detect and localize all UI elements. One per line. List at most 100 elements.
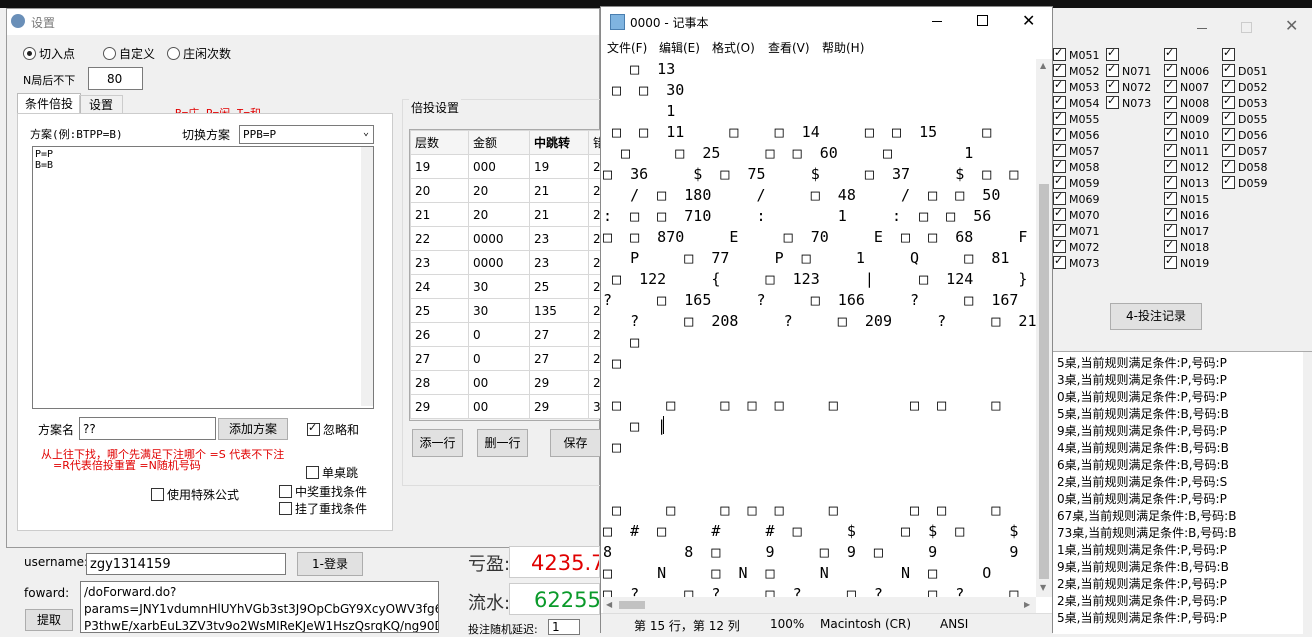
vertical-scroll-thumb[interactable] <box>1039 184 1049 579</box>
code-checkbox[interactable]: N071 <box>1106 62 1151 78</box>
table-cell[interactable]: 21 <box>529 178 589 203</box>
table-cell[interactable]: 27 <box>529 322 589 347</box>
code-checkbox[interactable]: D055 <box>1222 110 1267 126</box>
menu-item[interactable]: 文件(F) <box>607 39 647 56</box>
minimize-icon[interactable] <box>932 21 942 22</box>
code-checkbox[interactable]: N010 <box>1164 126 1209 142</box>
radio-custom[interactable]: 自定义 <box>103 45 155 62</box>
scroll-down-icon[interactable]: ▼ <box>1040 583 1046 592</box>
hang-reset-checkbox[interactable]: 挂了重找条件 <box>279 500 367 517</box>
table-cell[interactable]: 24 <box>410 274 469 299</box>
code-checkbox[interactable]: D052 <box>1222 78 1267 94</box>
table-cell[interactable]: 20 <box>468 178 530 203</box>
table-cell[interactable]: 000 <box>468 154 530 179</box>
horizontal-scrollbar[interactable]: ◀ ▶ <box>603 597 1036 613</box>
table-row[interactable]: 29 00 29 3 <box>410 394 600 419</box>
code-checkbox[interactable]: N015 <box>1164 190 1209 206</box>
table-cell[interactable]: 23 <box>529 250 589 275</box>
d-col-header-checkbox[interactable] <box>1222 46 1238 62</box>
table-cell[interactable]: 25 <box>410 298 469 323</box>
extract-button[interactable]: 提取 <box>25 609 73 631</box>
add-scheme-button[interactable]: 添加方案 <box>218 418 288 440</box>
menu-item[interactable]: 帮助(H) <box>822 39 864 56</box>
scheme-name-input[interactable]: ?? <box>79 417 216 440</box>
table-row[interactable]: 24 30 25 2 <box>410 274 600 299</box>
code-checkbox[interactable]: N006 <box>1164 62 1209 78</box>
switch-select[interactable]: PPB=P ⌄ <box>239 125 374 144</box>
code-checkbox[interactable]: M052 <box>1053 62 1100 78</box>
tab-condition-bet[interactable]: 条件倍投 <box>17 93 81 114</box>
login-button[interactable]: 1-登录 <box>297 552 363 576</box>
code-checkbox[interactable]: M051 <box>1053 46 1100 62</box>
code-checkbox[interactable]: N007 <box>1164 78 1209 94</box>
scroll-up-icon[interactable]: ▲ <box>1040 61 1046 70</box>
code-checkbox[interactable]: N011 <box>1164 142 1209 158</box>
n0-col-header-checkbox[interactable] <box>1164 46 1180 62</box>
radio-cut-in[interactable]: 切入点 <box>23 45 75 62</box>
table-cell[interactable]: 0000 <box>468 250 530 275</box>
code-checkbox[interactable]: N012 <box>1164 158 1209 174</box>
code-checkbox[interactable]: D058 <box>1222 158 1267 174</box>
code-checkbox[interactable]: M072 <box>1053 238 1100 254</box>
table-cell[interactable]: 0 <box>468 346 530 371</box>
code-checkbox[interactable]: N019 <box>1164 254 1209 270</box>
n-input[interactable]: 80 <box>88 67 143 90</box>
delete-row-button[interactable]: 删一行 <box>477 429 528 457</box>
code-checkbox[interactable]: M053 <box>1053 78 1100 94</box>
table-row[interactable]: 20 20 21 2 <box>410 178 600 203</box>
table-cell[interactable]: 20 <box>410 178 469 203</box>
table-cell[interactable]: 19 <box>529 154 589 179</box>
add-row-button[interactable]: 添一行 <box>412 429 463 457</box>
bet-record-button[interactable]: 4-投注记录 <box>1110 303 1202 330</box>
table-cell[interactable]: 29 <box>529 370 589 395</box>
code-checkbox[interactable]: M059 <box>1053 174 1100 190</box>
code-checkbox[interactable]: M070 <box>1053 206 1100 222</box>
table-row[interactable]: 27 0 27 2 <box>410 346 600 371</box>
table-cell[interactable]: 28 <box>410 370 469 395</box>
table-cell[interactable]: 0000 <box>468 226 530 251</box>
code-checkbox[interactable]: M055 <box>1053 110 1100 126</box>
code-checkbox[interactable]: N072 <box>1106 78 1151 94</box>
code-checkbox[interactable]: N016 <box>1164 206 1209 222</box>
code-checkbox[interactable]: N009 <box>1164 110 1209 126</box>
table-cell[interactable]: 23 <box>529 226 589 251</box>
maximize-icon[interactable] <box>977 15 988 26</box>
scheme-textarea[interactable]: P=P B=B <box>32 146 374 409</box>
table-cell[interactable]: 30 <box>468 298 530 323</box>
table-cell[interactable]: 25 <box>529 274 589 299</box>
tab-settings[interactable]: 设置 <box>79 95 123 115</box>
close-icon[interactable]: ✕ <box>1022 11 1035 30</box>
table-row[interactable]: 21 20 21 2 <box>410 202 600 227</box>
win-reset-checkbox[interactable]: 中奖重找条件 <box>279 483 367 500</box>
code-checkbox[interactable]: M057 <box>1053 142 1100 158</box>
table-row[interactable]: 19 000 19 2 <box>410 154 600 179</box>
code-checkbox[interactable]: D059 <box>1222 174 1267 190</box>
code-checkbox[interactable]: D057 <box>1222 142 1267 158</box>
vertical-scrollbar[interactable]: ▲ ▼ <box>1036 59 1052 597</box>
table-cell[interactable]: 135 <box>529 298 589 323</box>
table-cell[interactable]: 27 <box>529 346 589 371</box>
code-checkbox[interactable]: N008 <box>1164 94 1209 110</box>
ignore-tie-checkbox[interactable]: 忽略和 <box>307 421 359 438</box>
code-checkbox[interactable]: M071 <box>1053 222 1100 238</box>
username-input[interactable]: zgy1314159 <box>86 553 286 575</box>
table-cell[interactable]: 29 <box>410 394 469 419</box>
code-checkbox[interactable]: N073 <box>1106 94 1151 110</box>
table-cell[interactable]: 0 <box>468 322 530 347</box>
table-cell[interactable]: 00 <box>468 370 530 395</box>
table-row[interactable]: 22 0000 23 2 <box>410 226 600 251</box>
code-checkbox[interactable]: D051 <box>1222 62 1267 78</box>
code-checkbox[interactable]: D053 <box>1222 94 1267 110</box>
table-cell[interactable]: 22 <box>410 226 469 251</box>
log-scrollbar[interactable] <box>1303 352 1312 634</box>
table-cell[interactable]: 21 <box>529 202 589 227</box>
code-checkbox[interactable]: M054 <box>1053 94 1100 110</box>
code-checkbox[interactable]: M056 <box>1053 126 1100 142</box>
special-formula-checkbox[interactable]: 使用特殊公式 <box>151 486 239 503</box>
code-checkbox[interactable]: N018 <box>1164 238 1209 254</box>
menu-item[interactable]: 格式(O) <box>712 39 755 56</box>
minimize-icon[interactable] <box>1197 28 1207 29</box>
horizontal-scroll-thumb[interactable] <box>619 601 645 609</box>
radio-zhuangxian-count[interactable]: 庄闲次数 <box>167 45 231 62</box>
code-checkbox[interactable]: M069 <box>1053 190 1100 206</box>
